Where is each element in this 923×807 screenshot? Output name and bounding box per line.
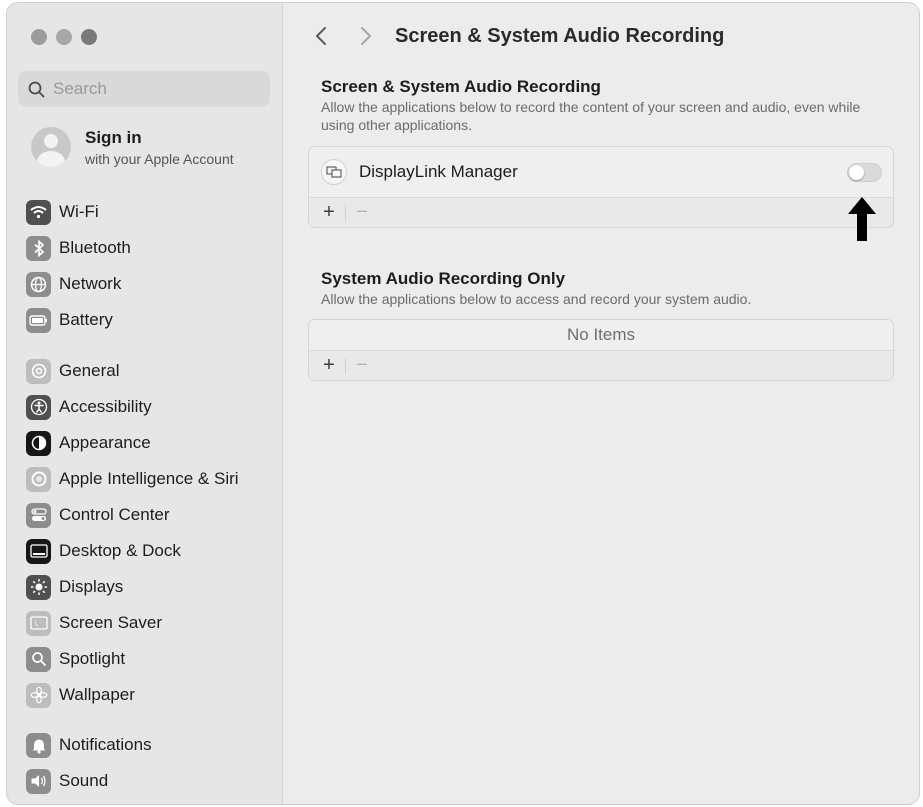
sidebar-item-desktop-dock[interactable]: Desktop & Dock (26, 533, 276, 569)
magnifier-icon (26, 646, 51, 672)
sidebar-item-accessibility[interactable]: Accessibility (26, 389, 276, 425)
sidebar-item-label: Wallpaper (59, 685, 135, 704)
divider (345, 357, 346, 374)
up-arrow-icon (848, 197, 876, 241)
sidebar-item-label: Accessibility (59, 397, 152, 416)
sidebar-item-label: Control Center (59, 505, 170, 524)
bell-icon (26, 732, 51, 758)
sidebar-group-notifications: Notifications Sound (26, 727, 276, 799)
sidebar-item-label: Displays (59, 577, 124, 596)
traffic-lights (31, 29, 97, 45)
toggle-knob (849, 164, 864, 180)
zoom-window-button[interactable] (81, 29, 97, 45)
sidebar-item-label: Screen Saver (59, 613, 162, 632)
sidebar-item-apple-intelligence-siri[interactable]: Apple Intelligence & Siri (26, 461, 276, 497)
close-window-button[interactable] (31, 29, 47, 45)
control-center-icon (26, 502, 51, 528)
sidebar-item-notifications[interactable]: Notifications (26, 727, 276, 763)
section-description-screen-audio: Allow the applications below to record t… (321, 99, 861, 133)
sidebar-item-label: Bluetooth (59, 238, 131, 257)
settings-window: Sign in with your Apple Account Wi-Fi Bl… (7, 3, 919, 804)
chevron-right-icon (361, 27, 371, 45)
siri-icon (26, 466, 51, 492)
sidebar-item-appearance[interactable]: Appearance (26, 425, 276, 461)
add-remove-bar: + − (309, 198, 893, 227)
sidebar-item-label: Wi-Fi (59, 202, 99, 221)
desktop-dock-icon (26, 538, 51, 564)
accessibility-icon (26, 394, 51, 420)
battery-icon (26, 307, 51, 333)
search-icon (28, 81, 45, 97)
page-title: Screen & System Audio Recording (395, 25, 725, 47)
sidebar-item-label: Desktop & Dock (59, 541, 181, 560)
gear-icon (26, 358, 51, 384)
search-field[interactable] (18, 71, 270, 107)
wifi-icon (26, 199, 51, 225)
system-audio-app-list: No Items + − (308, 319, 894, 381)
sun-icon (26, 574, 51, 600)
divider (345, 204, 346, 221)
sidebar-item-spotlight[interactable]: Spotlight (26, 641, 276, 677)
section-heading-screen-audio: Screen & System Audio Recording (321, 77, 601, 96)
sidebar-item-label: Sound (59, 771, 109, 790)
section-heading-system-audio: System Audio Recording Only (321, 269, 566, 288)
sidebar-group-network: Wi-Fi Bluetooth Network Battery (26, 194, 276, 338)
screen-saver-icon (26, 610, 51, 636)
sidebar: Sign in with your Apple Account Wi-Fi Bl… (7, 3, 283, 804)
displaylink-icon (321, 159, 347, 185)
sidebar-item-label: Notifications (59, 735, 152, 754)
back-button[interactable] (311, 25, 331, 47)
forward-button[interactable] (356, 25, 376, 47)
main-content: Screen & System Audio Recording Screen &… (284, 3, 919, 804)
screen-audio-app-list: DisplayLink Manager + − (308, 146, 894, 228)
app-name: DisplayLink Manager (359, 162, 518, 181)
sidebar-item-wifi[interactable]: Wi-Fi (26, 194, 276, 230)
sidebar-item-general[interactable]: General (26, 353, 276, 389)
search-input[interactable] (53, 79, 253, 99)
sidebar-item-control-center[interactable]: Control Center (26, 497, 276, 533)
flower-icon (26, 682, 51, 708)
appearance-icon (26, 430, 51, 456)
globe-icon (26, 271, 51, 297)
sidebar-item-label: Battery (59, 310, 113, 329)
account-subtitle: with your Apple Account (85, 150, 234, 167)
sidebar-item-label: Apple Intelligence & Siri (59, 469, 239, 488)
bluetooth-icon (26, 235, 51, 261)
remove-app-button[interactable]: − (350, 201, 374, 223)
account-title: Sign in (85, 127, 142, 147)
minimize-window-button[interactable] (56, 29, 72, 45)
sidebar-item-label: Network (59, 274, 122, 293)
sidebar-item-bluetooth[interactable]: Bluetooth (26, 230, 276, 266)
sidebar-item-displays[interactable]: Displays (26, 569, 276, 605)
remove-app-button[interactable]: − (350, 354, 374, 376)
sidebar-item-screen-saver[interactable]: Screen Saver (26, 605, 276, 641)
add-app-button[interactable]: + (317, 201, 341, 223)
chevron-left-icon (316, 27, 326, 45)
sidebar-item-wallpaper[interactable]: Wallpaper (26, 677, 276, 713)
sidebar-item-battery[interactable]: Battery (26, 302, 276, 338)
account-sign-in[interactable]: Sign in with your Apple Account (31, 127, 234, 167)
sidebar-item-label: General (59, 361, 120, 380)
sidebar-group-system: General Accessibility Appearance Apple I… (26, 353, 276, 713)
sidebar-item-network[interactable]: Network (26, 266, 276, 302)
toolbar: Screen & System Audio Recording (284, 3, 919, 69)
empty-list-label: No Items (309, 320, 893, 351)
sidebar-item-sound[interactable]: Sound (26, 763, 276, 799)
speaker-icon (26, 768, 51, 794)
add-remove-bar: + − (309, 351, 893, 380)
section-description-system-audio: Allow the applications below to access a… (321, 291, 752, 307)
avatar (31, 127, 71, 167)
sidebar-item-label: Appearance (59, 433, 151, 452)
displaylink-permission-toggle[interactable] (847, 162, 882, 182)
add-app-button[interactable]: + (317, 354, 341, 376)
sidebar-item-label: Spotlight (59, 649, 126, 668)
list-item[interactable]: DisplayLink Manager (309, 147, 893, 198)
